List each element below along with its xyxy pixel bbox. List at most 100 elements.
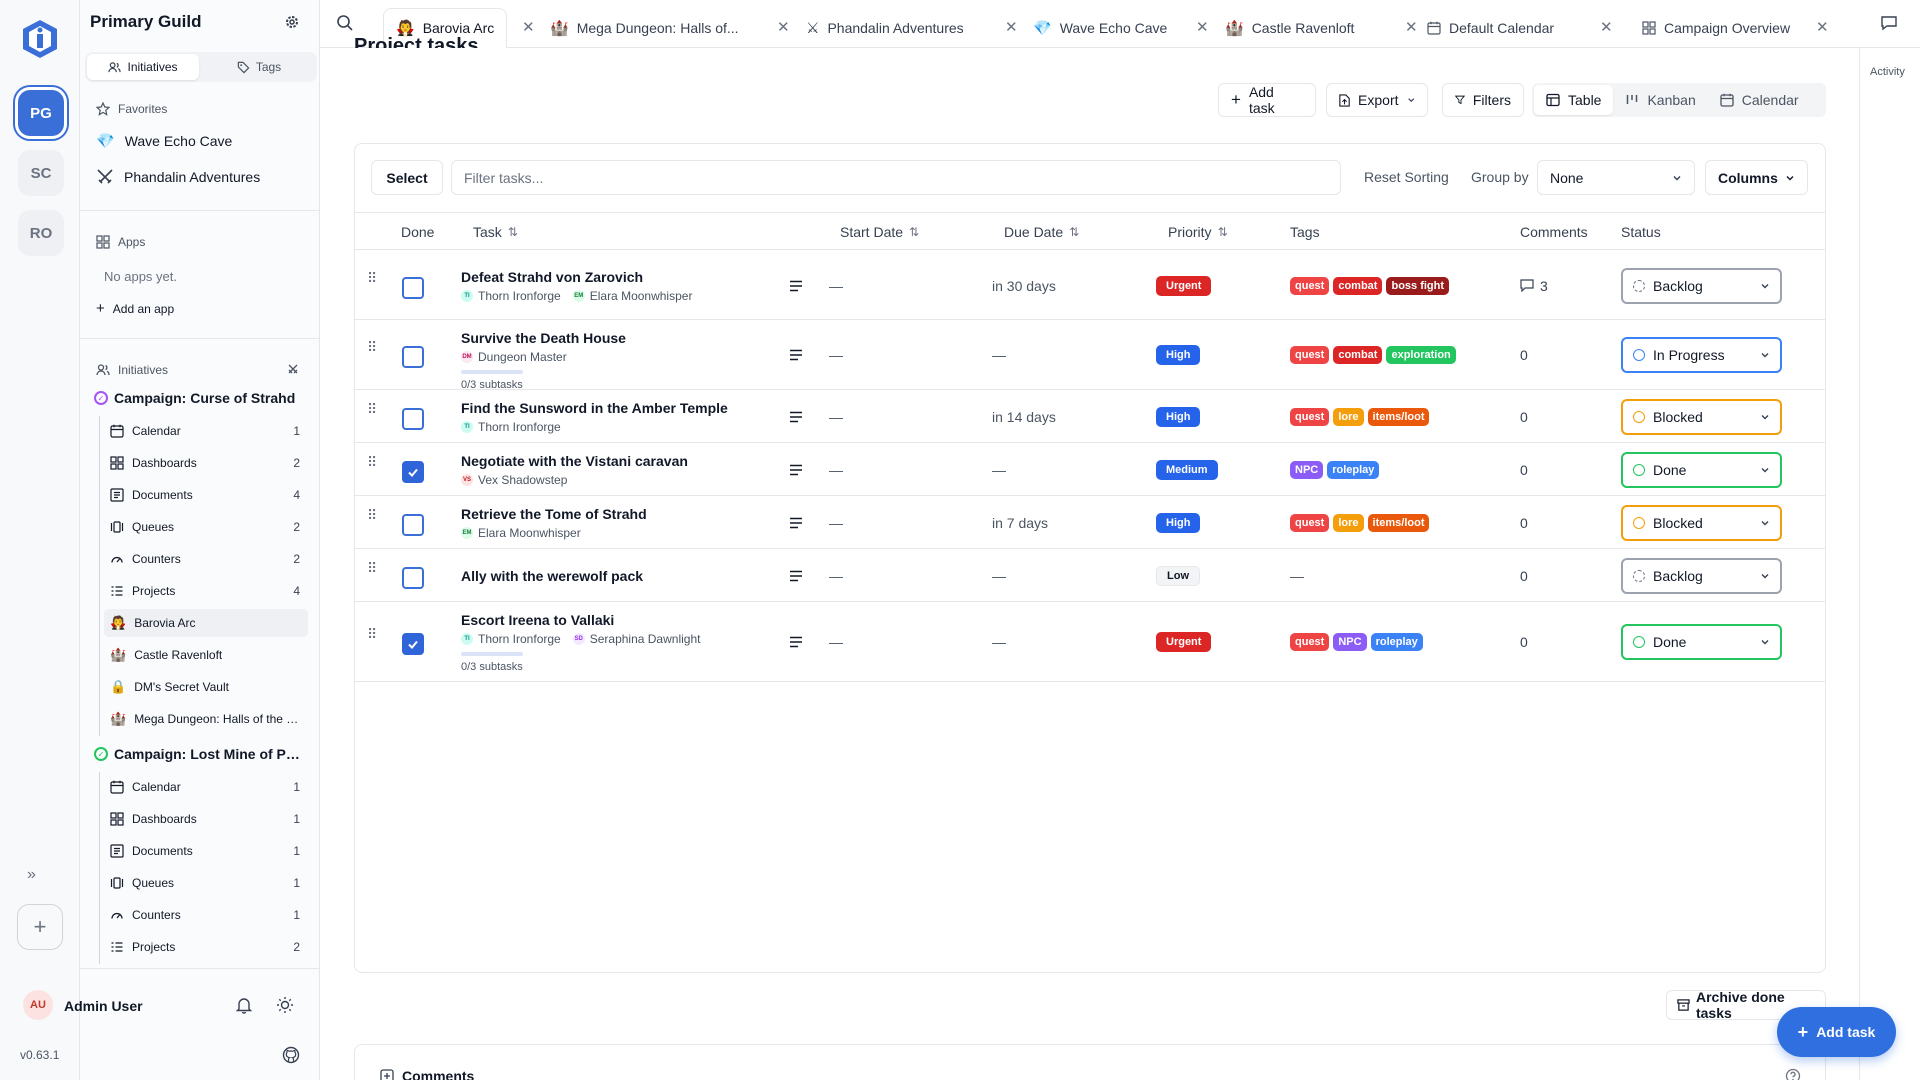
assignee[interactable]: VS Vex Shadowstep xyxy=(461,473,567,487)
start-date[interactable]: — xyxy=(829,409,843,425)
campaign-header[interactable]: ✓ Campaign: Curse of Strahd xyxy=(94,390,295,406)
assignee[interactable]: DM Dungeon Master xyxy=(461,350,567,364)
filter-tasks-input[interactable] xyxy=(451,160,1341,195)
comment-count[interactable]: 3 xyxy=(1520,278,1548,294)
user-name[interactable]: Admin User xyxy=(64,998,143,1014)
priority-badge[interactable]: High xyxy=(1156,345,1201,365)
task-name[interactable]: Ally with the werewolf pack xyxy=(461,568,643,584)
done-checkbox[interactable] xyxy=(402,346,424,368)
sidebar-item[interactable]: 🏰 Mega Dungeon: Halls of the Undead King xyxy=(104,705,308,733)
due-date[interactable]: in 14 days xyxy=(992,409,1056,425)
sidebar-item[interactable]: Calendar 1 xyxy=(104,417,308,445)
table-row[interactable]: ⠿ Defeat Strahd von Zarovich TI Thorn Ironf… xyxy=(355,251,1825,320)
start-date[interactable]: — xyxy=(829,634,843,650)
tab-default-calendar[interactable]: Default Calendar xyxy=(1415,8,1566,48)
workspace-avatar-sc[interactable]: SC xyxy=(18,150,64,196)
sort-icon[interactable]: ⇅ xyxy=(1069,225,1079,239)
add-app-button[interactable]: + Add an app xyxy=(96,300,174,317)
task-name[interactable]: Defeat Strahd von Zarovich xyxy=(461,269,643,285)
task-name[interactable]: Find the Sunsword in the Amber Temple xyxy=(461,400,728,416)
favorite-phandalin-adventures[interactable]: Phandalin Adventures xyxy=(96,168,260,186)
columns-button[interactable]: Columns xyxy=(1705,160,1808,195)
description-icon[interactable] xyxy=(789,349,803,361)
start-date[interactable]: — xyxy=(829,347,843,363)
tab-mega-dungeon-halls-of[interactable]: 🏰 Mega Dungeon: Halls of... xyxy=(538,8,751,48)
app-logo-icon[interactable] xyxy=(20,18,60,60)
due-date[interactable]: in 30 days xyxy=(992,278,1056,294)
description-icon[interactable] xyxy=(789,411,803,423)
table-row[interactable]: ⠿ Negotiate with the Vistani caravan VS Vex… xyxy=(355,443,1825,496)
tag-badge[interactable]: NPC xyxy=(1333,633,1367,651)
tab-tags[interactable]: Tags xyxy=(203,54,315,80)
gear-icon[interactable] xyxy=(284,14,300,30)
tag-badge[interactable]: roleplay xyxy=(1370,633,1423,651)
sidebar-item[interactable]: Queues 2 xyxy=(104,513,308,541)
start-date[interactable]: — xyxy=(829,462,843,478)
status-select[interactable]: Backlog xyxy=(1621,267,1782,304)
tag-badge[interactable]: lore xyxy=(1333,407,1364,426)
sidebar-item[interactable]: Projects 2 xyxy=(104,933,308,961)
sidebar-item[interactable]: 🔒 DM's Secret Vault xyxy=(104,673,308,701)
close-tab-icon[interactable]: ✕ xyxy=(777,18,790,36)
status-select[interactable]: Blocked xyxy=(1621,504,1782,541)
table-row[interactable]: ⠿ Retrieve the Tome of Strahd EM Elara Moon… xyxy=(355,496,1825,549)
start-date[interactable]: — xyxy=(829,278,843,294)
help-icon[interactable] xyxy=(1785,1068,1801,1080)
comment-count[interactable]: 0 xyxy=(1520,347,1528,363)
view-calendar-button[interactable]: Calendar xyxy=(1708,85,1811,115)
github-icon[interactable] xyxy=(282,1046,300,1064)
tag-badge[interactable]: quest xyxy=(1290,633,1330,651)
priority-badge[interactable]: Urgent xyxy=(1156,275,1212,296)
task-name[interactable]: Retrieve the Tome of Strahd xyxy=(461,506,647,522)
search-icon[interactable] xyxy=(336,14,354,32)
comment-count[interactable]: 0 xyxy=(1520,634,1528,650)
priority-badge[interactable]: High xyxy=(1156,406,1201,427)
sun-icon[interactable] xyxy=(276,996,294,1014)
status-select[interactable]: Done xyxy=(1621,451,1782,488)
bell-icon[interactable] xyxy=(236,996,252,1014)
description-icon[interactable] xyxy=(789,570,803,582)
sort-icon[interactable]: ⇅ xyxy=(909,225,919,239)
drag-handle-icon[interactable]: ⠿ xyxy=(367,626,377,643)
description-icon[interactable] xyxy=(789,517,803,529)
priority-badge[interactable]: Urgent xyxy=(1156,632,1212,652)
tag-badge[interactable]: boss fight xyxy=(1386,276,1450,295)
sidebar-item[interactable]: Projects 4 xyxy=(104,577,308,605)
drag-handle-icon[interactable]: ⠿ xyxy=(367,507,377,524)
table-row[interactable]: ⠿ Survive the Death House DM Dungeon Master… xyxy=(355,320,1825,391)
export-button[interactable]: Export xyxy=(1326,83,1428,117)
tag-badge[interactable]: exploration xyxy=(1386,346,1456,364)
col-start-date[interactable]: Start Date ⇅ xyxy=(840,224,919,240)
tag-badge[interactable]: NPC xyxy=(1290,460,1324,479)
status-select[interactable]: Done xyxy=(1621,624,1782,660)
done-checkbox[interactable] xyxy=(402,513,424,536)
sidebar-item[interactable]: Counters 2 xyxy=(104,545,308,573)
description-icon[interactable] xyxy=(789,280,803,292)
tag-badge[interactable]: combat xyxy=(1333,346,1383,364)
comments-header[interactable]: Comments xyxy=(380,1068,474,1080)
tag-badge[interactable]: items/loot xyxy=(1367,407,1430,426)
due-date[interactable]: in 7 days xyxy=(992,515,1048,531)
priority-badge[interactable]: High xyxy=(1156,512,1201,533)
campaign-header[interactable]: ✓ Campaign: Lost Mine of Phandelver xyxy=(94,746,304,762)
tag-badge[interactable]: quest xyxy=(1290,407,1330,426)
status-select[interactable]: Backlog xyxy=(1621,557,1782,594)
sidebar-item[interactable]: Calendar 1 xyxy=(104,773,308,801)
assignee[interactable]: EM Elara Moonwhisper xyxy=(572,289,692,303)
sort-icon[interactable]: ⇅ xyxy=(508,225,518,239)
col-priority[interactable]: Priority ⇅ xyxy=(1168,224,1228,240)
tag-badge[interactable]: items/loot xyxy=(1367,513,1430,532)
drag-handle-icon[interactable]: ⠿ xyxy=(367,454,377,471)
expand-sidebar-icon[interactable]: » xyxy=(27,866,36,884)
tab-phandalin-adventures[interactable]: ⚔ Phandalin Adventures xyxy=(794,8,976,48)
task-name[interactable]: Survive the Death House xyxy=(461,330,626,346)
close-tab-icon[interactable]: ✕ xyxy=(1196,18,1209,36)
close-tab-icon[interactable]: ✕ xyxy=(1600,18,1613,36)
sidebar-item[interactable]: Queues 1 xyxy=(104,869,308,897)
favorite-wave-echo-cave[interactable]: 💎 Wave Echo Cave xyxy=(96,132,232,150)
comment-count[interactable]: 0 xyxy=(1520,462,1528,478)
view-table-button[interactable]: Table xyxy=(1534,85,1614,115)
floating-add-task-button[interactable]: + Add task xyxy=(1777,1007,1896,1057)
done-checkbox[interactable] xyxy=(402,460,424,483)
col-due-date[interactable]: Due Date ⇅ xyxy=(1004,224,1079,240)
